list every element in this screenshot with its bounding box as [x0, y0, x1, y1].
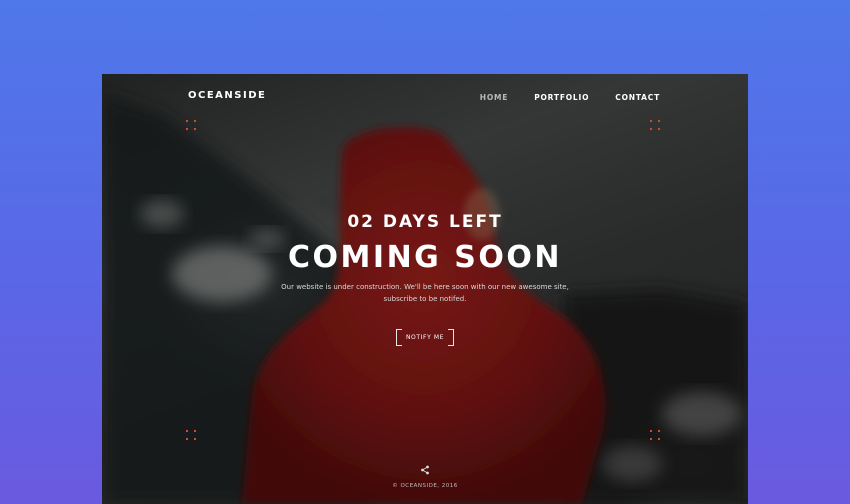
hero-description: Our website is under construction. We'll… — [275, 281, 575, 305]
countdown-text: 02 DAYS LEFT — [347, 212, 503, 232]
main-nav: HOME PORTFOLIO CONTACT — [480, 93, 660, 102]
description-line-1: Our website is under construction. We'll… — [281, 283, 569, 291]
nav-portfolio[interactable]: PORTFOLIO — [534, 93, 589, 102]
corner-marker-bottom-right — [650, 430, 662, 442]
share-icon[interactable] — [420, 460, 430, 479]
notify-me-button[interactable]: NOTIFY ME — [396, 329, 454, 346]
corner-marker-top-right — [650, 120, 662, 132]
nav-home[interactable]: HOME — [480, 93, 508, 102]
page-title: COMING SOON — [288, 240, 562, 275]
corner-marker-bottom-left — [186, 430, 198, 442]
nav-contact[interactable]: CONTACT — [615, 93, 660, 102]
brand-logo[interactable]: OCEANSIDE — [188, 90, 266, 101]
footer-copyright: © OCEANSIDE, 2016 — [392, 483, 458, 489]
description-line-2: subscribe to be notifed. — [383, 295, 467, 303]
landing-page-preview: OCEANSIDE HOME PORTFOLIO CONTACT 02 DAYS… — [102, 74, 748, 504]
corner-marker-top-left — [186, 120, 198, 132]
notify-me-label: NOTIFY ME — [405, 334, 445, 341]
